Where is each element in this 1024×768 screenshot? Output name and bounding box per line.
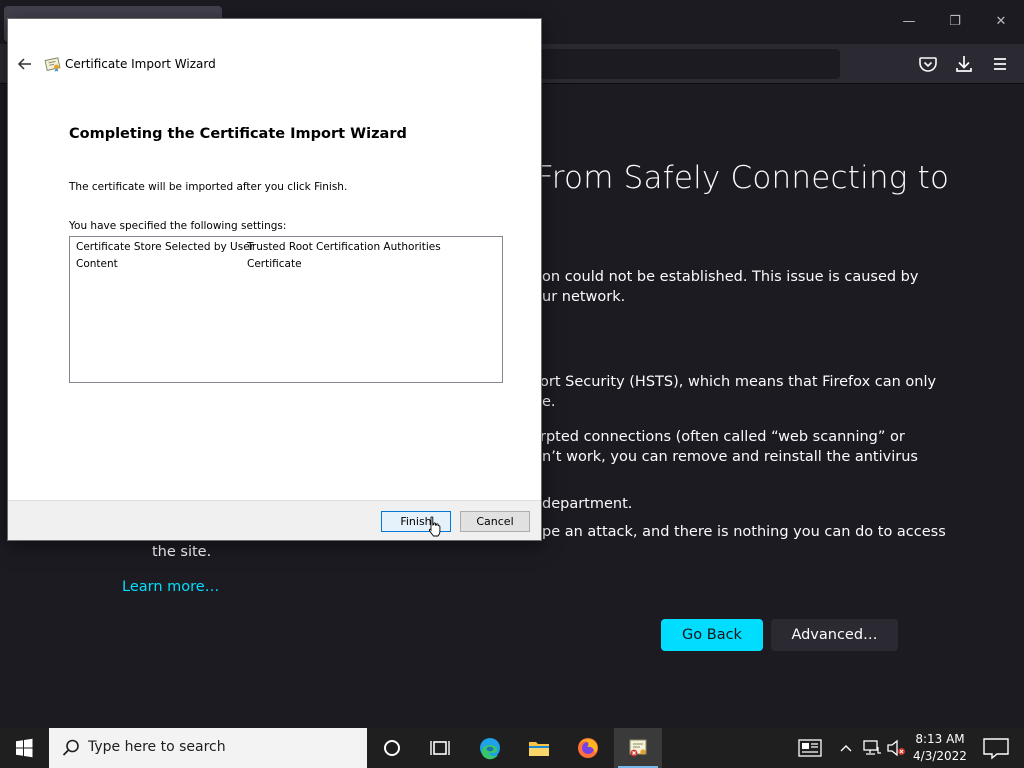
dialog-title: Certificate Import Wizard [65, 57, 216, 71]
taskbar: Type here to search 8:13 AM 4/3/2022 [0, 728, 1024, 768]
firefox-icon[interactable] [564, 728, 612, 768]
certificate-icon [44, 55, 62, 73]
clock-date: 4/3/2022 [913, 749, 967, 763]
search-icon [62, 739, 79, 756]
error-text: pe an attack, and there is nothing you c… [542, 524, 946, 540]
error-text: ur network. [542, 289, 626, 305]
error-text: the site. [152, 544, 212, 560]
error-text: e. [542, 394, 556, 410]
error-text: n’t work, you can remove and reinstall t… [542, 449, 918, 465]
settings-list[interactable]: Certificate Store Selected by User Trust… [69, 236, 503, 383]
error-text: department. [542, 496, 633, 512]
back-arrow-icon[interactable] [14, 55, 36, 73]
task-view-icon[interactable] [416, 728, 464, 768]
advanced-button[interactable]: Advanced… [771, 619, 898, 651]
certificate-import-wizard-dialog: Certificate Import Wizard Completing the… [7, 18, 542, 541]
wizard-info-text: The certificate will be imported after y… [69, 181, 348, 193]
wizard-heading: Completing the Certificate Import Wizard [69, 126, 407, 142]
clock-time: 8:13 AM [915, 732, 965, 746]
chevron-up-icon[interactable] [838, 740, 854, 756]
certificate-manager-icon[interactable] [614, 728, 662, 768]
error-text: ion could not be established. This issue… [538, 269, 919, 285]
taskbar-search-box[interactable]: Type here to search [49, 728, 367, 768]
news-widget-icon[interactable] [798, 738, 822, 758]
error-text: ort Security (HSTS), which means that Fi… [540, 374, 937, 390]
settings-value: Certificate [247, 258, 302, 270]
finish-button[interactable]: Finish [381, 511, 451, 532]
settings-value: Trusted Root Certification Authorities [247, 241, 441, 253]
settings-key: Content [76, 258, 118, 270]
close-window-button[interactable]: ✕ [978, 8, 1024, 36]
maximize-button[interactable]: ❐ [932, 8, 978, 36]
volume-muted-icon[interactable] [886, 739, 906, 757]
cortana-icon[interactable] [368, 728, 416, 768]
error-text: rpted connections (often called “web sca… [540, 429, 905, 445]
menu-icon[interactable] [988, 52, 1012, 76]
search-placeholder: Type here to search [88, 739, 226, 755]
error-title: From Safely Connecting to [536, 160, 950, 196]
go-back-button[interactable]: Go Back [661, 619, 763, 651]
cancel-button[interactable]: Cancel [460, 511, 530, 532]
network-icon[interactable] [862, 739, 882, 757]
minimize-button[interactable]: — [886, 8, 932, 36]
edge-icon[interactable] [466, 728, 514, 768]
notification-icon[interactable] [976, 728, 1016, 768]
system-clock[interactable]: 8:13 AM 4/3/2022 [910, 731, 970, 765]
downloads-icon[interactable] [952, 52, 976, 76]
dialog-footer: Finish Cancel [8, 500, 541, 540]
pocket-icon[interactable] [916, 52, 940, 76]
settings-label: You have specified the following setting… [69, 220, 287, 232]
file-explorer-icon[interactable] [515, 728, 563, 768]
windows-start-icon[interactable] [0, 728, 48, 768]
learn-more-link[interactable]: Learn more… [122, 579, 219, 595]
settings-key: Certificate Store Selected by User [76, 241, 254, 253]
